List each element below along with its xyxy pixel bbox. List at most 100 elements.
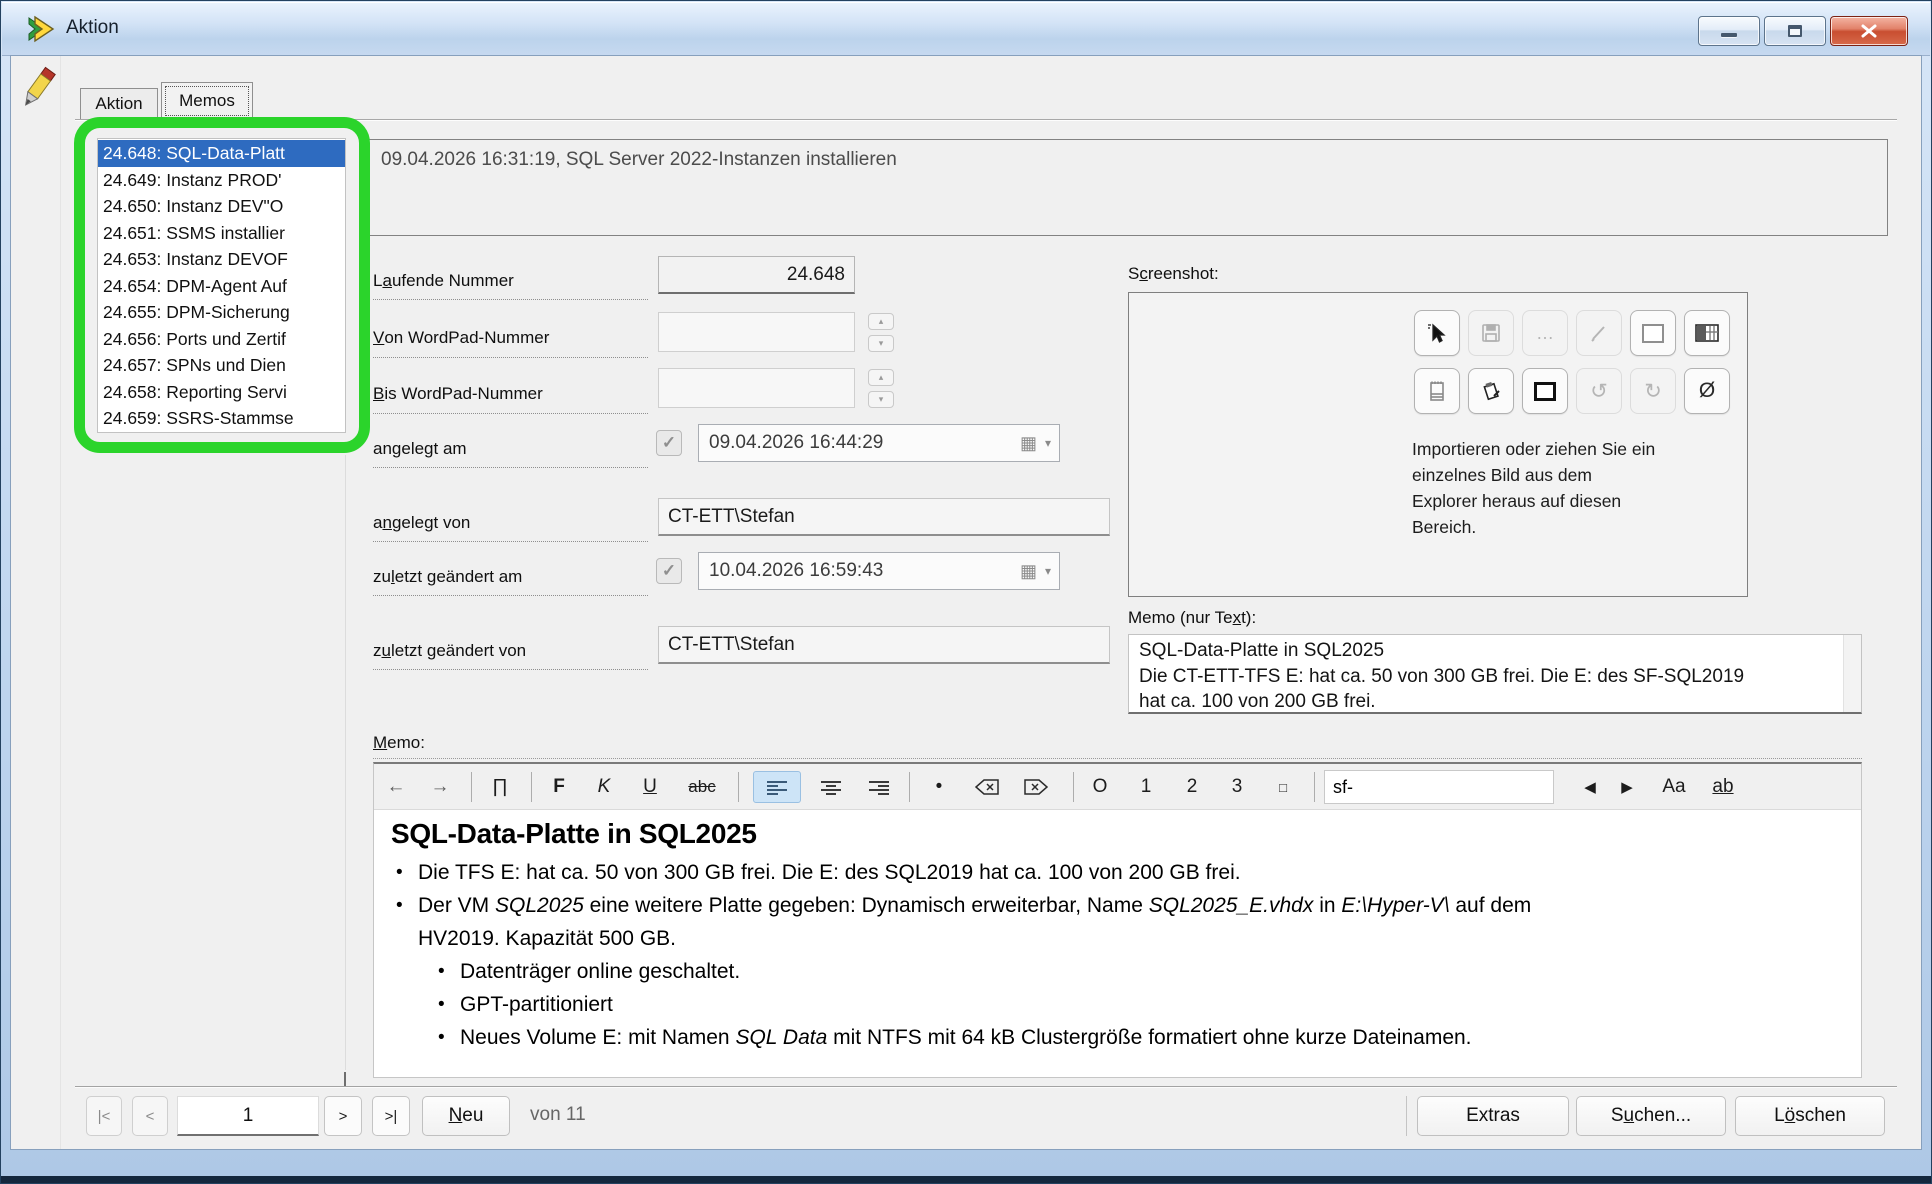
bullet-list-button[interactable]: • bbox=[922, 764, 956, 810]
hint-line: Importieren oder ziehen Sie ein bbox=[1412, 436, 1742, 462]
memo-text-line: Die CT-ETT-TFS E: hat ca. 50 von 300 GB … bbox=[1139, 664, 1833, 690]
align-center-button[interactable] bbox=[808, 771, 854, 803]
list-item[interactable]: 24.650: Instanz DEV"O bbox=[98, 193, 345, 220]
heading-0-button[interactable]: O bbox=[1083, 764, 1117, 810]
calendar-icon: ▦ bbox=[1020, 433, 1037, 454]
notepad-button[interactable] bbox=[1414, 368, 1460, 414]
save-image-button[interactable] bbox=[1468, 310, 1514, 356]
memo-heading: SQL-Data-Platte in SQL2025 bbox=[391, 818, 1841, 850]
geaendert-von-field[interactable]: CT-ETT\Stefan bbox=[658, 626, 1110, 664]
list-item[interactable]: 24.658: Reporting Servi bbox=[98, 379, 345, 406]
nav-first-button[interactable]: |< bbox=[86, 1096, 122, 1136]
list-item[interactable]: 24.659: SSRS-Stammse bbox=[98, 405, 345, 432]
find-prev-button[interactable]: ◀ bbox=[1573, 764, 1607, 810]
angelegt-am-value: 09.04.2026 16:44:29 bbox=[709, 432, 883, 454]
rotate-left-button[interactable]: ↺ bbox=[1576, 368, 1622, 414]
memo-editor: ← → ∏ F K U abc • bbox=[373, 762, 1862, 1078]
list-item[interactable]: 24.651: SSMS installier bbox=[98, 220, 345, 247]
memo-description-field[interactable]: 09.04.2026 16:31:19, SQL Server 2022-Ins… bbox=[367, 139, 1888, 236]
tab-aktion[interactable]: Aktion bbox=[80, 88, 158, 120]
strikethrough-button[interactable]: abc bbox=[680, 764, 724, 810]
new-button[interactable]: Neu bbox=[422, 1096, 510, 1136]
delete-button[interactable]: Löschen bbox=[1735, 1096, 1885, 1136]
angelegt-am-datepicker[interactable]: 09.04.2026 16:44:29 ▦ ▾ bbox=[698, 424, 1060, 462]
align-right-button[interactable] bbox=[856, 771, 902, 803]
italic-button[interactable]: K bbox=[587, 764, 621, 810]
extras-button[interactable]: Extras bbox=[1417, 1096, 1569, 1136]
memo-plaintext-content: SQL-Data-Platte in SQL2025 Die CT-ETT-TF… bbox=[1129, 635, 1843, 712]
nav-next-button[interactable]: > bbox=[324, 1096, 362, 1136]
small-square-button[interactable]: □ bbox=[1266, 764, 1300, 810]
delete-left-button[interactable] bbox=[966, 764, 1008, 810]
screenshot-root: { "window": { "title": "Aktion" }, "tabs… bbox=[0, 0, 1932, 1184]
angelegt-von-field[interactable]: CT-ETT\Stefan bbox=[658, 498, 1110, 536]
bis-wordpad-field[interactable] bbox=[658, 368, 855, 408]
memo-bullet: Der VM SQL2025 eine weitere Platte gegeb… bbox=[391, 889, 1841, 955]
list-item[interactable]: 24.654: DPM-Agent Auf bbox=[98, 273, 345, 300]
window-image-button[interactable] bbox=[1684, 310, 1730, 356]
pencil-icon bbox=[1589, 323, 1609, 343]
redo-button[interactable]: → bbox=[422, 764, 458, 810]
match-case-button[interactable]: Aa bbox=[1654, 764, 1694, 810]
align-right-icon bbox=[868, 779, 890, 795]
label-geaendert-am: zuletzt geändert am bbox=[373, 558, 648, 596]
whole-word-button[interactable]: ab bbox=[1704, 764, 1742, 810]
border-toggle-button[interactable] bbox=[1522, 368, 1568, 414]
memo-listbox[interactable]: 24.648: SQL-Data-Platt 24.649: Instanz P… bbox=[97, 138, 346, 433]
list-item[interactable]: 24.655: DPM-Sicherung bbox=[98, 299, 345, 326]
list-item[interactable]: 24.657: SPNs und Dien bbox=[98, 352, 345, 379]
rotate-right-button[interactable]: ↻ bbox=[1630, 368, 1676, 414]
tab-memos[interactable]: Memos bbox=[161, 82, 253, 120]
nav-prev-button[interactable]: < bbox=[132, 1096, 168, 1136]
memo-label: Memo: bbox=[373, 733, 1862, 759]
clear-image-button[interactable]: Ø bbox=[1684, 368, 1730, 414]
list-item[interactable]: 24.649: Instanz PROD' bbox=[98, 167, 345, 194]
laufende-nummer-field[interactable]: 24.648 bbox=[658, 256, 855, 294]
search-button[interactable]: Suchen... bbox=[1576, 1096, 1726, 1136]
scrollbar[interactable] bbox=[1843, 635, 1861, 712]
heading-3-button[interactable]: 3 bbox=[1220, 764, 1254, 810]
bold-button[interactable]: F bbox=[542, 764, 576, 810]
paste-image-button[interactable] bbox=[1468, 368, 1514, 414]
bis-wordpad-spin-down[interactable]: ▾ bbox=[868, 391, 894, 408]
frame-image-button[interactable] bbox=[1630, 310, 1676, 356]
find-input[interactable] bbox=[1324, 770, 1554, 804]
underline-button[interactable]: U bbox=[633, 764, 667, 810]
hint-line: Bereich. bbox=[1412, 514, 1742, 540]
align-left-button[interactable] bbox=[753, 771, 801, 803]
bis-wordpad-spin-up[interactable]: ▴ bbox=[868, 369, 894, 386]
floppy-save-icon bbox=[1481, 323, 1501, 343]
geaendert-am-checkbox[interactable]: ✓ bbox=[656, 558, 682, 584]
geaendert-am-datepicker[interactable]: 10.04.2026 16:59:43 ▦ ▾ bbox=[698, 552, 1060, 590]
empty-set-icon: Ø bbox=[1699, 379, 1715, 403]
pilcrow-button[interactable]: ∏ bbox=[482, 764, 518, 810]
more-options-button[interactable]: … bbox=[1522, 310, 1568, 356]
chevron-down-icon[interactable]: ▾ bbox=[1045, 564, 1051, 578]
memo-toolbar: ← → ∏ F K U abc • bbox=[374, 764, 1861, 810]
pick-screenshot-button[interactable] bbox=[1414, 310, 1460, 356]
von-wordpad-spin-down[interactable]: ▾ bbox=[868, 335, 894, 352]
memo-plaintext-field[interactable]: SQL-Data-Platte in SQL2025 Die CT-ETT-TF… bbox=[1128, 634, 1862, 714]
chevron-down-icon[interactable]: ▾ bbox=[1045, 436, 1051, 450]
von-wordpad-spin-up[interactable]: ▴ bbox=[868, 313, 894, 330]
memo-rich-content[interactable]: SQL-Data-Platte in SQL2025 Die TFS E: ha… bbox=[374, 810, 1861, 1077]
cursor-pick-icon bbox=[1426, 322, 1448, 344]
heading-2-button[interactable]: 2 bbox=[1175, 764, 1209, 810]
list-item[interactable]: 24.656: Ports und Zertif bbox=[98, 326, 345, 353]
edit-image-button[interactable] bbox=[1576, 310, 1622, 356]
nav-last-button[interactable]: >| bbox=[372, 1096, 410, 1136]
record-number-input[interactable] bbox=[177, 1096, 319, 1136]
erase-right-icon bbox=[1024, 779, 1048, 795]
find-next-button[interactable]: ▶ bbox=[1610, 764, 1644, 810]
list-item[interactable]: 24.653: Instanz DEVOF bbox=[98, 246, 345, 273]
angelegt-am-checkbox[interactable]: ✓ bbox=[656, 430, 682, 456]
delete-right-button[interactable] bbox=[1015, 764, 1057, 810]
ellipsis-icon: … bbox=[1536, 323, 1554, 344]
undo-button[interactable]: ← bbox=[378, 764, 414, 810]
memo-sub-bullet: Neues Volume E: mit Namen SQL Data mit N… bbox=[433, 1021, 1841, 1054]
heading-1-button[interactable]: 1 bbox=[1129, 764, 1163, 810]
window-image-icon bbox=[1695, 323, 1719, 343]
calendar-icon: ▦ bbox=[1020, 561, 1037, 582]
list-item-selected[interactable]: 24.648: SQL-Data-Platt bbox=[98, 140, 345, 167]
von-wordpad-field[interactable] bbox=[658, 312, 855, 352]
